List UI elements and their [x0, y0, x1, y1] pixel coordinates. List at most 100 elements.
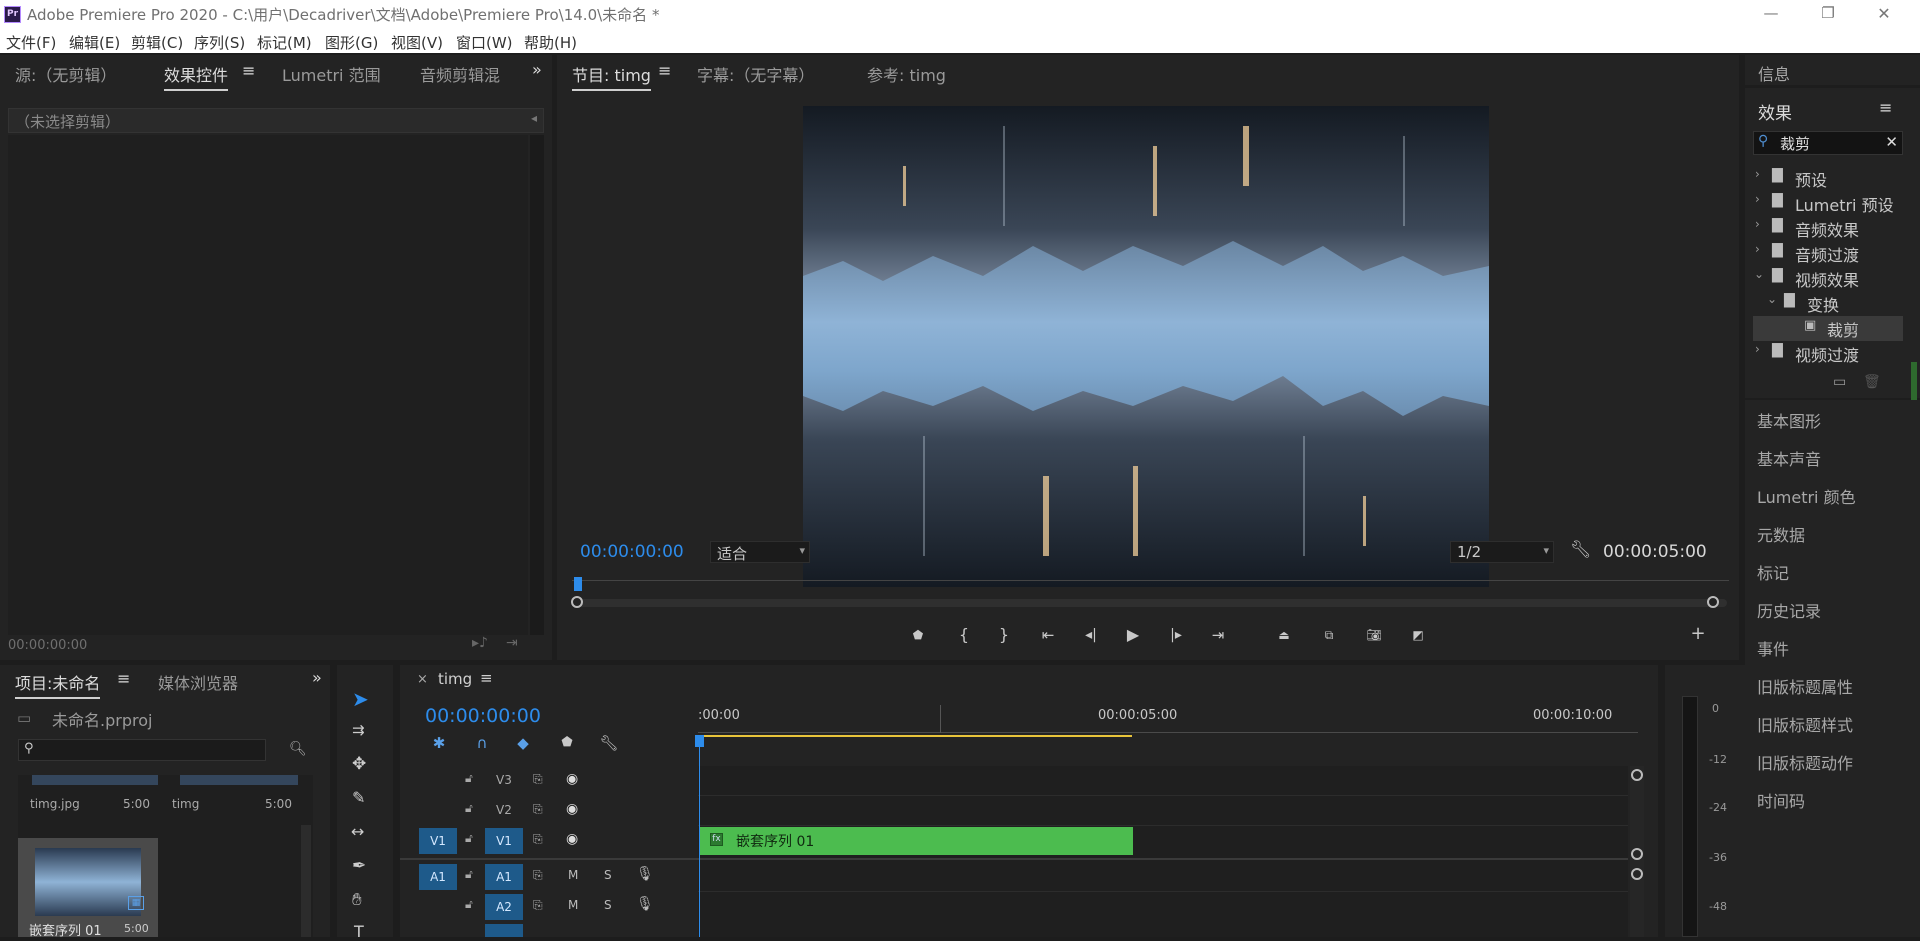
tab-program[interactable]: 节目: timg: [572, 62, 651, 91]
program-timecode[interactable]: 00:00:00:00: [580, 542, 684, 562]
panel-menu-icon[interactable]: ≡: [117, 669, 130, 688]
zoom-handle-right[interactable]: [1707, 596, 1719, 608]
find-icon[interactable]: 🔍︎: [289, 741, 307, 757]
scroll-handle-audio-top[interactable]: [1631, 868, 1643, 880]
tree-item-audio-effects[interactable]: › ▇ 音频效果: [1753, 216, 1903, 241]
menu-sequence[interactable]: 序列(S): [194, 32, 245, 53]
razor-tool-icon[interactable]: ✎: [352, 788, 365, 807]
sync-lock-icon[interactable]: ⎘: [533, 832, 543, 847]
tab-media-browser[interactable]: 媒体浏览器: [158, 670, 238, 694]
add-marker-icon[interactable]: ⬟: [556, 732, 578, 754]
source-patch-a1[interactable]: A1: [419, 864, 457, 890]
go-to-out-button[interactable]: ⇥: [1207, 624, 1229, 646]
mute-button[interactable]: M: [568, 868, 578, 882]
lock-icon[interactable]: 🔓︎: [465, 771, 473, 786]
panel-essential-sound[interactable]: 基本声音: [1757, 446, 1821, 470]
tree-item-transform[interactable]: ⌄ ▇ 变换: [1753, 291, 1903, 316]
timeline-playhead-line[interactable]: [699, 735, 700, 937]
fit-dropdown[interactable]: 适合 ▾: [710, 541, 810, 563]
sync-lock-icon[interactable]: ⎘: [533, 898, 543, 913]
tab-lumetri-scopes[interactable]: Lumetri 范围: [282, 62, 381, 86]
snap-magnet-icon[interactable]: ∩: [471, 732, 493, 754]
track-target-a2[interactable]: A2: [485, 894, 523, 920]
close-tab-icon[interactable]: ×: [417, 672, 428, 687]
panel-lumetri-color[interactable]: Lumetri 颜色: [1757, 484, 1856, 508]
panel-essential-graphics[interactable]: 基本图形: [1757, 408, 1821, 432]
tracks-area[interactable]: fx 嵌套序列 01: [698, 766, 1628, 937]
panel-menu-icon[interactable]: ≡: [658, 61, 671, 80]
menu-marker[interactable]: 标记(M): [257, 32, 312, 53]
tab-project[interactable]: 项目:未命名: [15, 670, 101, 699]
menu-clip[interactable]: 剪辑(C): [131, 32, 183, 53]
scrollbar[interactable]: [301, 825, 311, 937]
tree-item-lumetri-presets[interactable]: › ▇ Lumetri 预设: [1753, 191, 1903, 216]
panel-history[interactable]: 历史记录: [1757, 598, 1821, 622]
tab-reference[interactable]: 参考: timg: [867, 62, 946, 86]
zoom-handle-left[interactable]: [571, 596, 583, 608]
close-button[interactable]: ✕: [1856, 0, 1912, 29]
track-select-tool-icon[interactable]: ⇉: [352, 721, 365, 739]
mute-button[interactable]: M: [568, 898, 578, 912]
menu-window[interactable]: 窗口(W): [456, 32, 513, 53]
extract-button[interactable]: ⧉: [1318, 624, 1340, 646]
timeline-ruler[interactable]: :00:00 00:00:05:00 00:00:10:00: [698, 705, 1646, 745]
eye-icon[interactable]: ◉: [566, 771, 578, 787]
tab-effect-controls[interactable]: 效果控件: [164, 62, 229, 91]
panel-menu-icon[interactable]: ≡: [1879, 98, 1892, 117]
panel-metadata[interactable]: 元数据: [1757, 522, 1805, 546]
maximize-button[interactable]: ❐: [1800, 0, 1856, 29]
menu-graphics[interactable]: 图形(G): [325, 32, 378, 53]
tab-info[interactable]: 信息: [1758, 61, 1790, 85]
panel-legacy-title-styles[interactable]: 旧版标题样式: [1757, 712, 1853, 736]
wrench-icon[interactable]: 🔧︎: [1570, 540, 1592, 560]
tree-item-crop-selected[interactable]: ▣ 裁剪: [1753, 316, 1903, 341]
resolution-dropdown[interactable]: 1/2 ▾: [1450, 541, 1554, 563]
project-item-selected[interactable]: ▦ 嵌套序列 01 5:00: [18, 838, 158, 939]
project-search-input[interactable]: ⚲: [18, 739, 266, 761]
minimize-button[interactable]: —: [1743, 0, 1799, 29]
sync-lock-icon[interactable]: ⎘: [533, 802, 543, 817]
overflow-icon[interactable]: »: [312, 668, 322, 687]
trash-icon[interactable]: 🗑︎: [1863, 374, 1881, 390]
solo-button[interactable]: S: [604, 868, 612, 882]
overflow-icon[interactable]: »: [532, 60, 542, 79]
sync-lock-icon[interactable]: ⎘: [533, 868, 543, 883]
tab-captions[interactable]: 字幕:（无字幕）: [697, 62, 814, 86]
selection-tool-icon[interactable]: ➤: [352, 687, 369, 711]
eye-icon[interactable]: ◉: [566, 801, 578, 817]
clear-search-icon[interactable]: ✕: [1885, 133, 1898, 151]
microphone-icon[interactable]: 🎙︎: [636, 896, 654, 912]
new-bin-folder-icon[interactable]: ▭: [1833, 374, 1846, 390]
project-item[interactable]: timg 5:00: [160, 775, 300, 821]
add-marker-button[interactable]: ⬟: [907, 624, 929, 646]
track-target-a1[interactable]: A1: [485, 864, 523, 890]
panel-timecode[interactable]: 时间码: [1757, 788, 1805, 812]
timeline-playhead-handle[interactable]: [695, 735, 704, 747]
microphone-icon[interactable]: 🎙︎: [636, 866, 654, 882]
tree-item-presets[interactable]: › ▇ 预设: [1753, 166, 1903, 191]
menu-file[interactable]: 文件(F): [6, 32, 56, 53]
source-patch-v1[interactable]: V1: [419, 828, 457, 854]
track-target-v1[interactable]: V1: [485, 828, 523, 854]
pen-tool-icon[interactable]: ✒: [352, 856, 366, 876]
scrollbar[interactable]: [530, 135, 544, 635]
lift-button[interactable]: ⏏: [1273, 624, 1295, 646]
ripple-edit-tool-icon[interactable]: ✥: [352, 754, 366, 774]
panel-menu-icon[interactable]: ≡: [480, 669, 493, 687]
tree-item-video-transitions[interactable]: › ▇ 视频过渡: [1753, 341, 1903, 366]
video-audio-divider[interactable]: [400, 858, 698, 860]
project-item[interactable]: timg.jpg 5:00: [18, 775, 158, 821]
lock-icon[interactable]: 🔓︎: [465, 831, 473, 846]
panel-legacy-title-actions[interactable]: 旧版标题动作: [1757, 750, 1853, 774]
mark-in-button[interactable]: {: [953, 624, 975, 646]
lock-icon[interactable]: 🔓︎: [465, 867, 473, 882]
zoom-scrollbar[interactable]: [575, 599, 1727, 607]
track-target-a3[interactable]: [485, 924, 523, 937]
panel-menu-icon[interactable]: ≡: [242, 61, 255, 80]
hand-tool-icon[interactable]: ✋︎: [352, 890, 362, 910]
panel-events[interactable]: 事件: [1757, 636, 1789, 660]
step-back-button[interactable]: ◂|: [1080, 624, 1102, 646]
nest-sequence-icon[interactable]: ✱: [428, 732, 450, 754]
comparison-view-button[interactable]: ◩: [1407, 624, 1429, 646]
tab-audio-clip-mixer[interactable]: 音频剪辑混: [420, 62, 500, 86]
